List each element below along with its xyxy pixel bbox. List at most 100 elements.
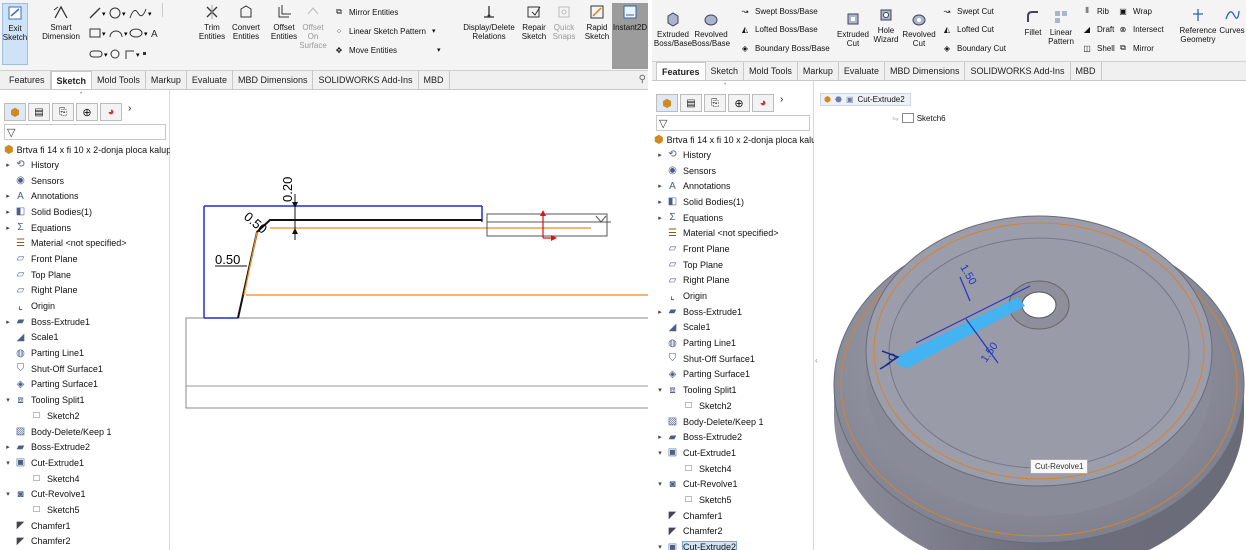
tree-item[interactable]: ▾ ◙ Cut-Revolve1	[652, 476, 813, 492]
tree-item[interactable]: ▸ Σ Equations	[0, 220, 169, 236]
tree-item[interactable]: ◢ Scale1	[0, 330, 169, 346]
tab-evaluate[interactable]: Evaluate	[839, 62, 885, 80]
tree-item[interactable]: ▾ ▣ Cut-Extrude1	[652, 445, 813, 461]
expand-arrow-icon[interactable]: ▸	[4, 443, 12, 451]
instant2d-button[interactable]: Instant2D	[612, 3, 648, 69]
tree-item[interactable]: ▱ Front Plane	[0, 251, 169, 267]
tree-item[interactable]: ◤ Chamfer2	[652, 524, 813, 540]
expand-arrow-icon[interactable]: ▸	[656, 433, 664, 441]
move-entities-button[interactable]: ✥ Move Entities ▾	[332, 43, 441, 57]
tree-item[interactable]: ⛉ Shut-Off Surface1	[0, 361, 169, 377]
rib-button[interactable]: ⫴ Rib	[1080, 4, 1109, 18]
lofted-boss-button[interactable]: ◭ Lofted Boss/Base	[738, 22, 818, 36]
expand-arrow-icon[interactable]: ▸	[4, 208, 12, 216]
tab-markup[interactable]: Markup	[146, 71, 187, 89]
tab-mold-tools[interactable]: Mold Tools	[92, 71, 146, 89]
dimxpertmanager-tab[interactable]: ⊕	[76, 103, 98, 121]
tree-item[interactable]: ◈ Parting Surface1	[652, 367, 813, 383]
tree-item[interactable]: ◤ Chamfer2	[0, 534, 169, 550]
tree-item[interactable]: ◈ Parting Surface1	[0, 377, 169, 393]
tree-item[interactable]: ◤ Chamfer1	[0, 518, 169, 534]
model-graphics-area[interactable]: ⬢ ⬣ ▣ Cut-Extrude2 ⇋ Sketch6 1.50 1.50 C…	[820, 81, 1246, 550]
collapse-arrow-icon[interactable]: ▾	[656, 543, 664, 550]
collapse-arrow-icon[interactable]: ▾	[4, 490, 12, 498]
tab-mbd[interactable]: MBD	[419, 71, 450, 89]
tab-mold-tools[interactable]: Mold Tools	[744, 62, 798, 80]
tree-item[interactable]: ☰ Material <not specified>	[652, 225, 813, 241]
trim-entities-button[interactable]: Trim Entities	[194, 3, 230, 41]
dimension-0-50-lower[interactable]: 0.50	[215, 252, 240, 267]
tree-item[interactable]: □ Sketch2	[0, 408, 169, 424]
tree-item[interactable]: ▾ ▣ Cut-Extrude1	[0, 455, 169, 471]
hole-wizard-button[interactable]: Hole Wizard	[870, 6, 902, 44]
tab-sketch[interactable]: Sketch	[50, 71, 93, 89]
tree-item[interactable]: ▸ ◧ Solid Bodies(1)	[0, 204, 169, 220]
shell-button[interactable]: ◫ Shell	[1080, 41, 1115, 55]
collapse-arrow-icon[interactable]: ▾	[656, 386, 664, 394]
propertymanager-tab[interactable]: ▤	[28, 103, 50, 121]
propertymanager-tab[interactable]: ▤	[680, 94, 702, 112]
repair-sketch-button[interactable]: Repair Sketch	[518, 3, 550, 41]
collapse-arrow-icon[interactable]: ▾	[4, 459, 12, 467]
tree-item[interactable]: ⌞ Origin	[0, 298, 169, 314]
tree-item[interactable]: ▸ A Annotations	[652, 178, 813, 194]
tab-features[interactable]: Features	[656, 62, 706, 80]
part-root-item[interactable]: ⬢ Brtva fi 14 x fi 10 x 2-donja ploca kal…	[654, 133, 814, 146]
displaymanager-tab[interactable]: ◕	[100, 103, 122, 121]
fillet-button[interactable]: Fillet	[1020, 8, 1046, 37]
featuremanager-tab[interactable]: ⬢	[656, 94, 678, 112]
convert-entities-button[interactable]: Convert Entities	[228, 3, 264, 41]
filter-box[interactable]: ▽	[656, 115, 810, 131]
expand-arrow-icon[interactable]: ▸	[4, 192, 12, 200]
tree-item[interactable]: ▸ ▰ Boss-Extrude1	[0, 314, 169, 330]
tree-item[interactable]: □ Sketch5	[652, 492, 813, 508]
tree-item[interactable]: ▸ Σ Equations	[652, 210, 813, 226]
dimension-0-20[interactable]: 0.20	[280, 177, 295, 202]
exit-sketch-button[interactable]: Exit Sketch	[2, 3, 28, 65]
tab-sketch[interactable]: Sketch	[706, 62, 745, 80]
expand-arrow-icon[interactable]: ▸	[656, 308, 664, 316]
displaymanager-tab[interactable]: ◕	[752, 94, 774, 112]
revolved-cut-button[interactable]: Revolved Cut	[902, 10, 936, 48]
revolved-boss-button[interactable]: Revolved Boss/Base	[692, 10, 730, 48]
expand-arrow-icon[interactable]: ▸	[656, 198, 664, 206]
offset-entities-button[interactable]: Offset Entities	[266, 3, 302, 41]
tab-solidworks-add-ins[interactable]: SOLIDWORKS Add-Ins	[313, 71, 419, 89]
intersect-button[interactable]: ⊗ Intersect	[1116, 22, 1164, 36]
tree-item[interactable]: ▱ Top Plane	[652, 257, 813, 273]
tree-item[interactable]: ▾ ⧈ Tooling Split1	[0, 392, 169, 408]
tree-item[interactable]: □ Sketch4	[652, 461, 813, 477]
tree-item[interactable]: ▨ Body-Delete/Keep 1	[0, 424, 169, 440]
tree-item[interactable]: ▾ ▣ Cut-Extrude2	[652, 539, 813, 550]
tab-mbd-dimensions[interactable]: MBD Dimensions	[885, 62, 966, 80]
slot-tool-button[interactable]: ▾ ▾	[88, 47, 148, 61]
tree-item[interactable]: ▸ A Annotations	[0, 188, 169, 204]
linear-pattern-button[interactable]: Linear Pattern	[1046, 8, 1076, 46]
draft-button[interactable]: ◢ Draft	[1080, 22, 1114, 36]
tree-item[interactable]: ▱ Front Plane	[652, 241, 813, 257]
expand-arrow-icon[interactable]: ▸	[656, 182, 664, 190]
expand-arrow-icon[interactable]: ▸	[4, 224, 12, 232]
line-tool-button[interactable]: ▾ ▾ ▾	[88, 6, 158, 20]
tree-item[interactable]: ⌞ Origin	[652, 288, 813, 304]
tree-item[interactable]: □ Sketch4	[0, 471, 169, 487]
expand-arrow-icon[interactable]: ▸	[656, 214, 664, 222]
wrap-button[interactable]: ▣ Wrap	[1116, 4, 1152, 18]
filter-box[interactable]: ▽	[4, 124, 166, 140]
tab-features[interactable]: Features	[4, 71, 51, 89]
extruded-cut-button[interactable]: Extruded Cut	[836, 10, 870, 48]
tab-evaluate[interactable]: Evaluate	[187, 71, 233, 89]
tree-item[interactable]: ▸ ⟲ History	[0, 157, 169, 173]
tree-item[interactable]: ▸ ▰ Boss-Extrude1	[652, 304, 813, 320]
extruded-boss-button[interactable]: Extruded Boss/Base	[654, 10, 692, 48]
offset-on-surface-button[interactable]: Offset On Surface	[298, 3, 328, 50]
expand-arrow-icon[interactable]: ▸	[4, 161, 12, 169]
expand-arrow-icon[interactable]: ▸	[4, 318, 12, 326]
reference-geometry-button[interactable]: Reference Geometry	[1178, 6, 1218, 44]
dimxpertmanager-tab[interactable]: ⊕	[728, 94, 750, 112]
swept-cut-button[interactable]: ↝ Swept Cut	[940, 4, 994, 18]
dimension-0-50-upper[interactable]: 0.50	[241, 209, 270, 237]
rapid-sketch-button[interactable]: Rapid Sketch	[582, 3, 612, 41]
tab-markup[interactable]: Markup	[798, 62, 839, 80]
tree-item[interactable]: ⛉ Shut-Off Surface1	[652, 351, 813, 367]
